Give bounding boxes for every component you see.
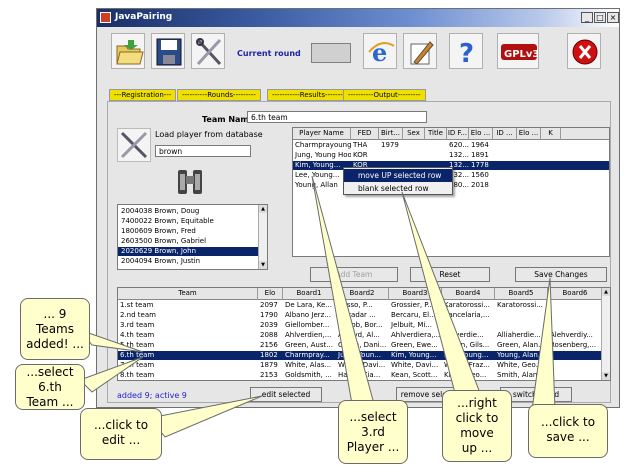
callout-teams-added: ... 9 Teams added! ...: [20, 298, 90, 360]
callout-click-save-text: ...click to save ...: [540, 415, 596, 444]
click-edit-pointer: [149, 395, 263, 438]
callout-select-team: ...select 6.th Team ...: [15, 364, 85, 410]
right-click-pointer: [401, 191, 481, 394]
callout-click-save: ...click to save ...: [528, 404, 608, 458]
callout-click-edit-text: ...click to edit ...: [93, 418, 149, 447]
callout-pointers: [78, 175, 556, 438]
callout-select-player: ...select 3.rd Player ...: [338, 400, 408, 464]
callout-select-team-text: ...select 6.th Team ...: [26, 365, 74, 409]
callout-click-edit: ...click to edit ...: [80, 408, 162, 460]
callout-teams-added-text: ... 9 Teams added! ...: [26, 307, 84, 351]
screenshot-stage: JavaPairing _ □ × Current round e ? GPLv…: [0, 0, 640, 474]
select-player-pointer: [311, 175, 375, 405]
click-save-pointer: [531, 277, 556, 411]
callout-select-player-text: ...select 3.rd Player ...: [346, 410, 400, 454]
callout-right-click-text: ...right click to move up ...: [455, 396, 499, 455]
select-team-pointer: [79, 356, 144, 393]
callout-right-click: ...right click to move up ...: [442, 390, 512, 462]
